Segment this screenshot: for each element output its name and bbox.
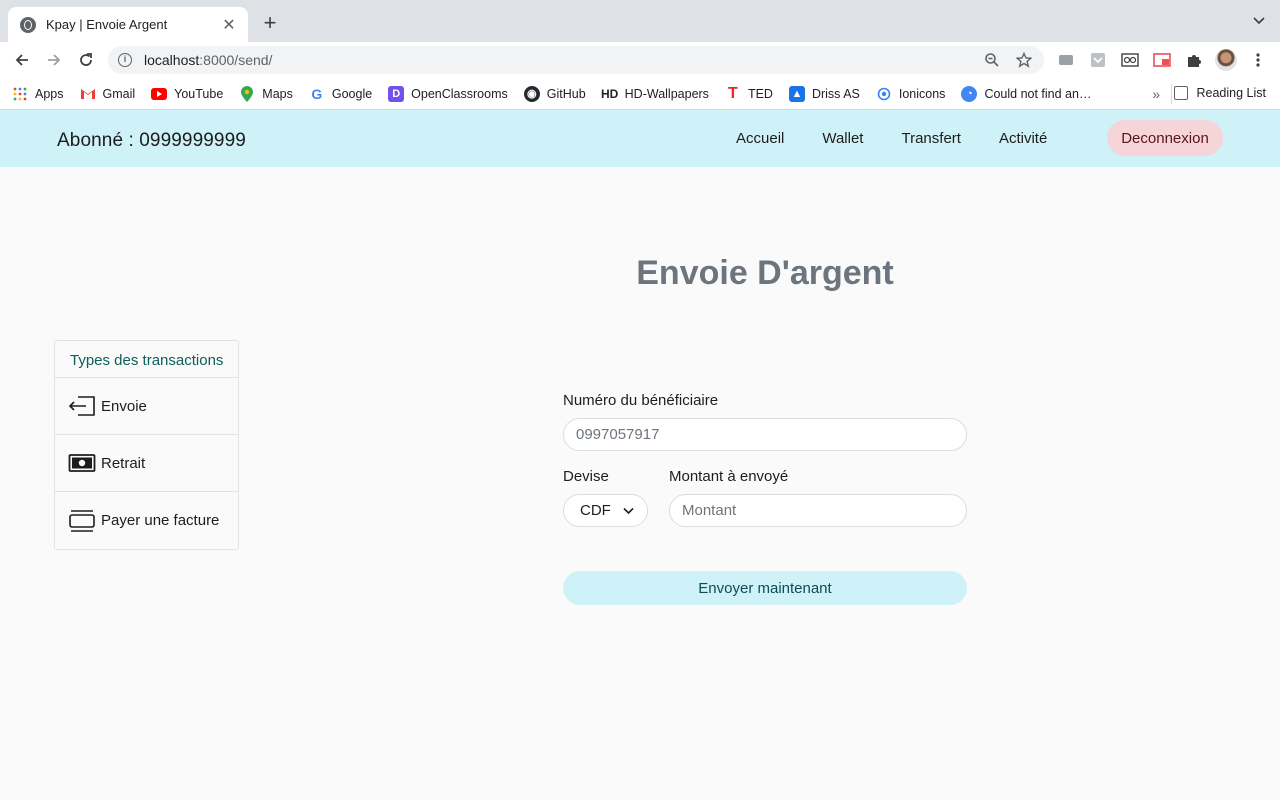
github-icon: ◉ [523,85,540,102]
subscriber-label: Abonné : 0999999999 [57,130,246,151]
apps-grid-icon [12,86,28,102]
pocket-icon[interactable] [1086,48,1110,72]
url-text[interactable]: localhost:8000/send/ [144,52,970,68]
cash-icon [68,454,96,472]
google-icon: G [311,85,323,102]
zoom-icon[interactable] [982,50,1002,70]
send-now-button[interactable]: Envoyer maintenant [563,571,967,605]
openclassrooms-icon: D [388,85,405,102]
nav-link-activite[interactable]: Activité [999,130,1047,147]
arrow-right-icon [48,54,61,66]
sidebar-item-payer-facture[interactable]: Payer une facture [55,492,238,549]
app-navbar: Abonné : 0999999999 Accueil Wallet Trans… [0,110,1280,167]
currency-value: CDF [580,502,611,519]
invoice-icon [69,509,95,532]
gmail-icon [80,86,96,102]
star-icon[interactable] [1014,50,1034,70]
bookmark-could-not-find[interactable]: ◔ Could not find an… [961,85,1091,102]
currency-select[interactable]: CDF [563,494,648,527]
send-money-form: Numéro du bénéficiaire Devise CDF Montan… [563,392,967,527]
bookmark-github[interactable]: ◉ GitHub [523,85,586,102]
new-tab-button[interactable]: + [258,12,282,36]
reading-list-button[interactable]: Reading List [1173,86,1266,100]
globe-icon [20,16,36,33]
sidebar-item-envoie[interactable]: Envoie [55,378,238,435]
bookmark-youtube[interactable]: YouTube [151,86,223,102]
bookmarks-more-icon[interactable]: » [1152,86,1160,102]
bookmark-hd-wallpapers[interactable]: HD HD-Wallpapers [600,86,709,102]
maps-icon [239,85,255,102]
nav-link-wallet[interactable]: Wallet [822,130,863,147]
sidebar-item-label: Payer une facture [101,512,220,529]
chevron-down-icon [623,507,634,515]
ted-icon: T [728,84,738,102]
could-not-find-icon: ◔ [961,85,978,102]
nav-link-transfert[interactable]: Transfert [901,130,960,147]
currency-label: Devise [563,468,609,485]
close-tab-icon[interactable]: ✕ [220,15,238,35]
ionicons-icon [876,86,892,102]
tab-title: Kpay | Envoie Argent [46,17,168,32]
sidebar-item-label: Envoie [101,397,147,415]
bookmark-gmail[interactable]: Gmail [80,86,135,102]
picture-in-picture-icon[interactable] [1150,48,1174,72]
address-bar[interactable]: i localhost:8000/send/ [108,46,1044,74]
beneficiary-input[interactable] [563,418,967,451]
puzzle-icon[interactable] [1182,48,1206,72]
browser-toolbar: i localhost:8000/send/ [0,42,1280,78]
transaction-types-panel: Types des transactions Envoie Retrait Pa… [54,340,239,550]
transaction-types-title: Types des transactions [55,341,238,378]
logout-button[interactable]: Deconnexion [1107,120,1223,156]
extension-grey-icon[interactable] [1054,48,1078,72]
reload-button[interactable] [72,46,100,74]
youtube-icon [151,86,168,102]
back-button[interactable] [8,46,36,74]
main-nav: Accueil Wallet Transfert Activité [736,130,1085,147]
amount-block: Montant à envoyé [669,468,967,527]
chevron-down-icon[interactable] [1252,14,1266,28]
page-title: Envoie D'argent [636,254,894,292]
currency-block: Devise CDF [563,468,648,527]
reload-icon [80,53,92,66]
site-info-icon[interactable]: i [118,53,132,67]
bookmarks-bar: Apps Gmail YouTube Maps G Google D OpenCla… [0,78,1280,110]
amount-input[interactable] [669,494,967,527]
reading-list-icon [1173,86,1188,100]
nav-link-accueil[interactable]: Accueil [736,130,784,147]
sidebar-item-label: Retrait [101,454,146,472]
hd-wallpapers-icon: HD [600,86,619,101]
driss-icon: ▲ [788,85,805,102]
bookmark-ionicons[interactable]: Ionicons [876,86,945,102]
amount-label: Montant à envoyé [669,468,789,485]
bookmark-apps[interactable]: Apps [12,86,64,102]
browser-tabstrip: Kpay | Envoie Argent ✕ + [0,0,1280,42]
browser-tab[interactable]: Kpay | Envoie Argent ✕ [8,7,248,42]
send-out-icon [68,396,95,416]
avatar[interactable] [1214,48,1238,72]
reader-icon[interactable] [1118,48,1142,72]
bookmarks-divider [1171,84,1172,104]
bookmark-google[interactable]: G Google [309,86,372,102]
bookmark-openclassrooms[interactable]: D OpenClassrooms [388,85,508,102]
bookmark-driss[interactable]: ▲ Driss AS [788,85,860,102]
forward-button[interactable] [40,46,68,74]
beneficiary-label: Numéro du bénéficiaire [563,392,719,409]
sidebar-item-retrait[interactable]: Retrait [55,435,238,492]
extensions-bar [1054,48,1270,72]
kebab-menu-icon[interactable] [1246,48,1270,72]
bookmark-maps[interactable]: Maps [239,85,293,102]
bookmark-ted[interactable]: T TED [725,84,773,102]
arrow-left-icon [15,54,28,66]
